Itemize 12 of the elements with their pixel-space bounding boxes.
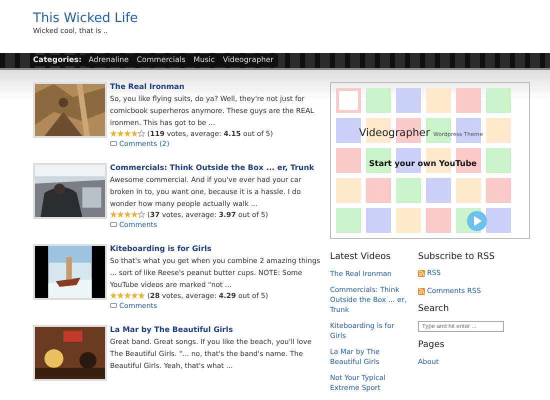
rss-icon [418,288,425,295]
widget-heading: Search [418,304,450,316]
banner-title: Videographer [359,127,430,139]
comment-icon [110,140,117,147]
rss-icon [418,270,425,278]
comment-icon [110,302,117,309]
widget-heading: Latest Videos [330,252,392,263]
widget-heading: Pages [418,340,446,351]
comment-icon [110,222,117,228]
site-title[interactable]: This Wicked Life [33,11,517,27]
widget-heading: Subscribe to RSS [418,252,496,263]
banner-tagline: Start your own YouTube [369,158,477,170]
